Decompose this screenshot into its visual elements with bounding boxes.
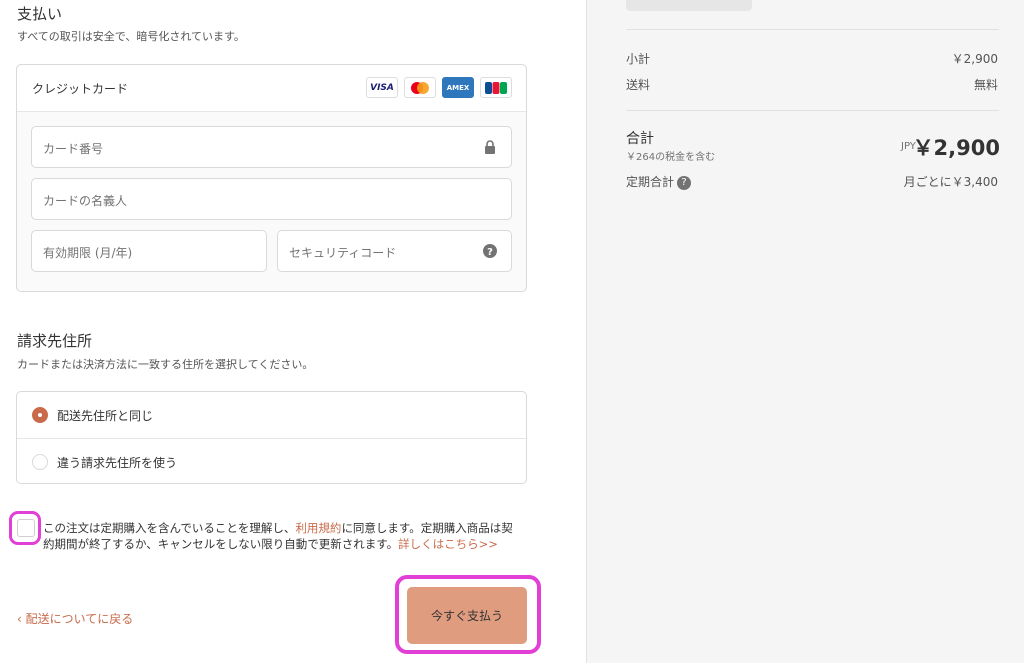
shipping-label: 送料: [626, 78, 651, 92]
agreement-text-start: この注文は定期購入を含んでいることを理解し、: [43, 521, 296, 535]
expiry-field[interactable]: 有効期限 (月/年): [31, 230, 267, 272]
recurring-total-text: 定期合計: [626, 175, 675, 189]
terms-link[interactable]: 利用規約: [295, 521, 341, 535]
card-number-placeholder: カード番号: [43, 142, 104, 156]
amex-icon: AMEX: [442, 77, 474, 98]
billing-address-options: 配送先住所と同じ 違う請求先住所を使う: [16, 391, 527, 484]
subtotal-value: ￥2,900: [951, 52, 998, 66]
billing-title: 請求先住所: [17, 332, 93, 350]
discount-apply-button[interactable]: [626, 0, 752, 11]
pay-now-button[interactable]: 今すぐ支払う: [407, 587, 527, 644]
radio-selected[interactable]: [32, 407, 48, 423]
total-label: 合計: [626, 131, 654, 147]
payment-title: 支払い: [17, 5, 63, 23]
agreement-checkbox[interactable]: [9, 511, 41, 545]
checkout-main: 支払い すべての取引は安全で、暗号化されています。 クレジットカード VISA …: [0, 0, 586, 663]
card-name-placeholder: カードの名義人: [43, 194, 128, 208]
credit-card-header[interactable]: クレジットカード VISA AMEX: [17, 65, 526, 112]
security-code-field[interactable]: セキュリティコード ?: [277, 230, 512, 272]
payment-subtitle: すべての取引は安全で、暗号化されています。: [17, 30, 245, 43]
order-summary: 小計 ￥2,900 送料 無料 合計 ￥264の税金を含む JPY ￥2,900…: [586, 0, 1024, 663]
divider: [626, 29, 999, 30]
agreement-text: この注文は定期購入を含んでいることを理解し、利用規約に同意します。定期購入商品は…: [43, 520, 523, 552]
mastercard-icon: [404, 77, 436, 98]
billing-subtitle: カードまたは決済方法に一致する住所を選択してください。: [17, 358, 314, 371]
back-to-shipping-link[interactable]: ‹ 配送についてに戻る: [17, 610, 133, 627]
recurring-total-label: 定期合計?: [626, 173, 692, 190]
card-name-field[interactable]: カードの名義人: [31, 178, 512, 220]
help-icon[interactable]: ?: [482, 243, 498, 259]
security-code-placeholder: セキュリティコード: [289, 246, 397, 260]
divider: [626, 110, 999, 111]
credit-card-label: クレジットカード: [32, 82, 129, 96]
subtotal-label: 小計: [626, 52, 651, 66]
lock-icon: [485, 140, 495, 154]
expiry-placeholder: 有効期限 (月/年): [43, 246, 133, 260]
card-brand-icons: VISA AMEX: [366, 77, 512, 98]
tax-note: ￥264の税金を含む: [626, 152, 716, 163]
billing-option-same[interactable]: 配送先住所と同じ: [17, 392, 526, 438]
billing-option-different-label: 違う請求先住所を使う: [57, 456, 178, 470]
details-link[interactable]: 詳しくはこちら>>: [398, 537, 498, 551]
radio-unselected[interactable]: [32, 454, 48, 470]
svg-text:?: ?: [487, 247, 493, 258]
visa-icon: VISA: [366, 77, 398, 98]
billing-option-same-label: 配送先住所と同じ: [57, 409, 154, 423]
shipping-value: 無料: [973, 78, 998, 92]
billing-option-different[interactable]: 違う請求先住所を使う: [17, 438, 526, 484]
total-value: ￥2,900: [912, 136, 1000, 160]
jcb-icon: [480, 77, 512, 98]
credit-card-panel: クレジットカード VISA AMEX カード番号 カードの名義人 有効期限 (月…: [16, 64, 527, 292]
recurring-total-value: 月ごとに￥3,400: [903, 175, 998, 189]
help-icon[interactable]: ?: [677, 175, 692, 190]
card-number-field[interactable]: カード番号: [31, 126, 512, 168]
